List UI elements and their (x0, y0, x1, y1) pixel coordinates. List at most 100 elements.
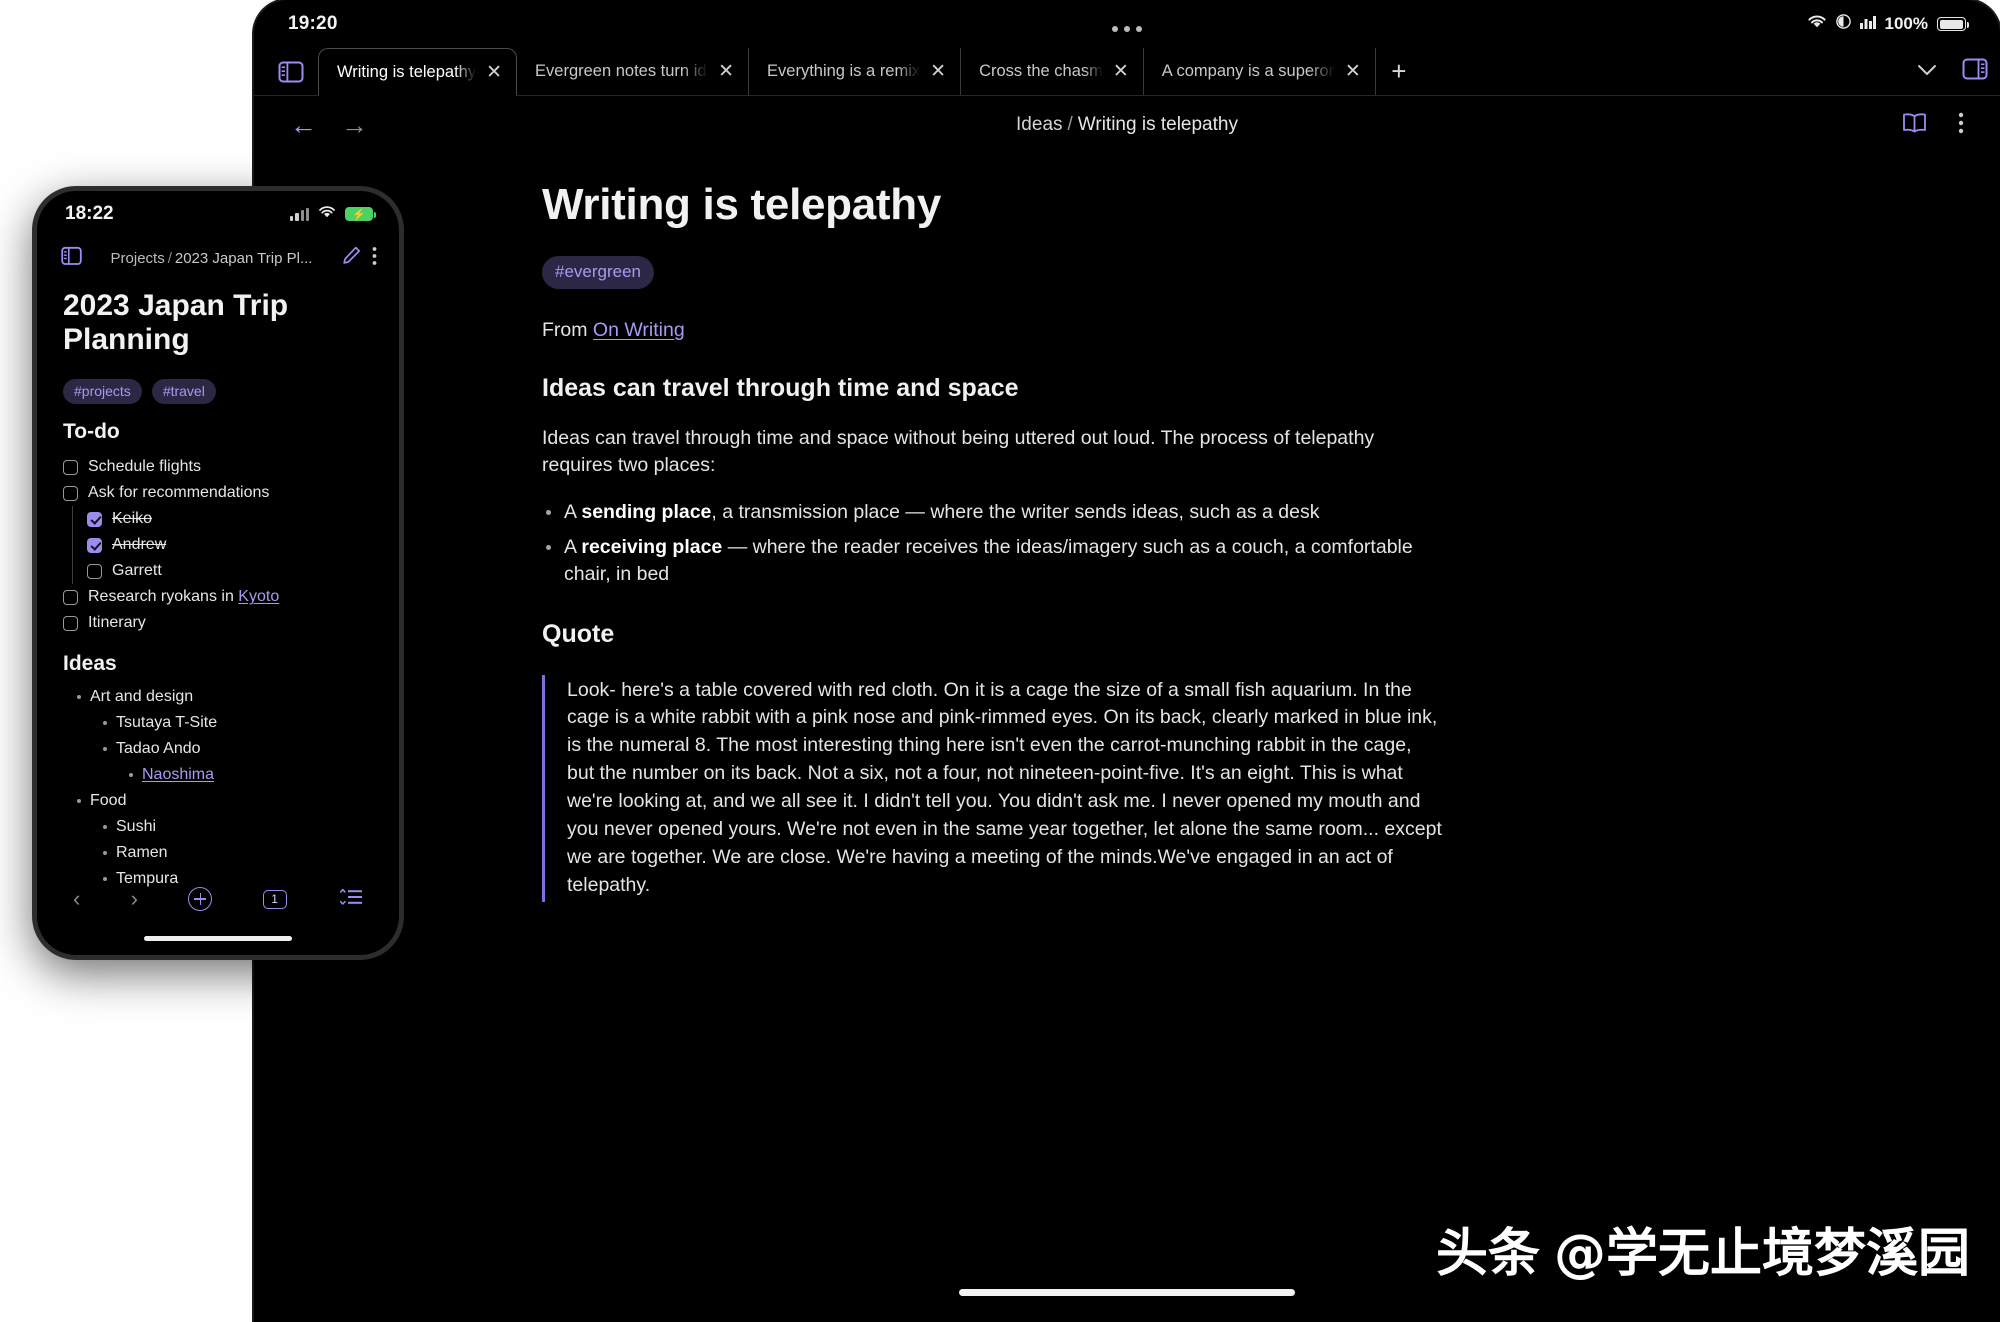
breadcrumb-parent[interactable]: Ideas (1016, 114, 1062, 135)
close-icon[interactable]: ✕ (1113, 62, 1129, 81)
todo-item-itinerary[interactable]: Itinerary (63, 610, 373, 636)
forward-arrow-icon[interactable]: → (341, 111, 368, 139)
phone-device: 18:22 ⚡ Projects/2023 Japan Trip Pl... 2… (32, 186, 404, 960)
phone-bottom-bar: ‹ › 1 (37, 865, 399, 955)
checkbox-icon[interactable] (63, 615, 78, 631)
tab-label: Cross the chasm (979, 62, 1103, 80)
plus-circle-icon[interactable] (188, 887, 213, 911)
phone-status-bar: 18:22 ⚡ (37, 191, 399, 237)
tab-a-company-is-a-superorganism[interactable]: A company is a superorg ✕ (1144, 48, 1376, 95)
todo-item-research-ryokans[interactable]: Research ryokans in Kyoto (63, 584, 373, 610)
from-prefix: From (542, 319, 593, 341)
indent-guide (72, 506, 73, 533)
todo-label: Keiko (112, 510, 153, 528)
todo-item-ask-for-recommendations[interactable]: Ask for recommendations (63, 480, 373, 506)
tablet-clock: 19:20 (288, 13, 338, 34)
pencil-icon[interactable] (341, 245, 362, 271)
phone-heading-ideas: Ideas (63, 652, 117, 676)
bullet-dot-icon (103, 851, 107, 856)
bullet-dot-icon (129, 773, 133, 778)
bullet-bold: sending place (581, 500, 712, 523)
tablet-home-indicator[interactable] (959, 1289, 1295, 1296)
todo-item-andrew[interactable]: Andrew (63, 532, 373, 559)
todo-item-keiko[interactable]: Keiko (63, 506, 373, 533)
signal-bars-icon (290, 207, 309, 221)
right-panel-icon[interactable] (1962, 57, 1988, 86)
checkbox-icon[interactable] (87, 511, 102, 527)
todo-label: Andrew (112, 536, 167, 554)
checkbox-icon[interactable] (87, 537, 102, 553)
close-icon[interactable]: ✕ (486, 63, 502, 82)
navigation-arrows: ← → (290, 111, 368, 139)
new-tab-button[interactable]: + (1376, 48, 1422, 95)
todo-item-schedule-flights[interactable]: Schedule flights (63, 454, 373, 480)
more-vertical-icon[interactable] (372, 246, 377, 271)
breadcrumb[interactable]: Ideas / Writing is telepathy (1016, 114, 1238, 136)
list-item: Tsutaya T-Site (63, 710, 373, 736)
idea-label: Tsutaya T-Site (116, 714, 218, 732)
section-heading-quote: Quote (542, 619, 615, 648)
tab-strip: Writing is telepathy ✕ Evergreen notes t… (254, 48, 2000, 96)
window-handle-dots[interactable] (1112, 26, 1142, 32)
moon-circle-icon (1835, 14, 1851, 34)
chevron-down-icon[interactable] (1916, 61, 1938, 82)
document-toolbar-actions (1901, 111, 1964, 140)
phone-breadcrumb[interactable]: Projects/2023 Japan Trip Pl... (92, 250, 331, 267)
book-icon[interactable] (1901, 111, 1928, 140)
todo-item-garrett[interactable]: Garrett (63, 558, 373, 585)
tab-label: Everything is a remix (767, 62, 921, 80)
list-item: Art and design (63, 684, 373, 710)
naoshima-link[interactable]: Naoshima (142, 766, 214, 784)
list-item: Ramen (63, 840, 373, 866)
forward-arrow-icon[interactable]: › (131, 886, 138, 912)
breadcrumb-parent[interactable]: Projects (111, 250, 165, 267)
charging-bolt-glyph: ⚡ (352, 208, 366, 221)
indent-guide (72, 558, 73, 585)
list-item: A sending place, a transmission place — … (542, 499, 1422, 526)
list-item: Sushi (63, 814, 373, 840)
tag-projects[interactable]: #projects (63, 379, 142, 405)
signal-bars-icon (1859, 14, 1876, 34)
quote-text: Look- here's a table covered with red cl… (567, 678, 1442, 896)
list-item: Food (63, 788, 373, 814)
tab-cross-the-chasm[interactable]: Cross the chasm ✕ (961, 48, 1144, 95)
tag-evergreen[interactable]: #evergreen (542, 256, 655, 289)
breadcrumb-separator: / (167, 249, 172, 267)
close-icon[interactable]: ✕ (718, 62, 734, 81)
close-icon[interactable]: ✕ (1345, 62, 1361, 81)
left-panel-icon[interactable] (264, 48, 318, 95)
left-panel-icon[interactable] (61, 246, 82, 271)
more-vertical-icon[interactable] (1958, 111, 1964, 140)
breadcrumb-current: Writing is telepathy (1077, 114, 1238, 135)
back-arrow-icon[interactable]: ← (290, 111, 317, 139)
note-content: Writing is telepathy #evergreen From On … (254, 160, 2000, 1322)
bullet-dot-icon (103, 747, 107, 752)
tab-writing-is-telepathy[interactable]: Writing is telepathy ✕ (318, 48, 518, 96)
bullet-dot-icon (77, 799, 81, 804)
todo-label: Ask for recommendations (88, 484, 270, 502)
close-icon[interactable]: ✕ (930, 62, 946, 81)
source-line: From On Writing (542, 319, 1908, 342)
todo-label-text: Research ryokans in (88, 588, 239, 606)
kyoto-link[interactable]: Kyoto (238, 588, 279, 605)
phone-home-indicator[interactable] (144, 936, 292, 941)
page-count-badge[interactable]: 1 (262, 889, 287, 909)
tag-travel[interactable]: #travel (151, 379, 216, 405)
back-arrow-icon[interactable]: ‹ (73, 886, 80, 912)
phone-page-title: 2023 Japan Trip Planning (63, 289, 289, 357)
checkbox-icon[interactable] (63, 485, 78, 501)
checkbox-icon[interactable] (63, 589, 78, 605)
tab-everything-is-a-remix[interactable]: Everything is a remix ✕ (749, 48, 962, 95)
checkbox-icon[interactable] (87, 563, 102, 579)
paragraph-ideas-travel: Ideas can travel through time and space … (542, 427, 1375, 476)
document-toolbar: ← → Ideas / Writing is telepathy (254, 96, 2000, 154)
outline-list-icon[interactable] (337, 888, 363, 911)
wifi-icon (1807, 14, 1827, 34)
checkbox-icon[interactable] (63, 459, 78, 475)
phone-clock: 18:22 (65, 203, 114, 224)
tab-evergreen-notes[interactable]: Evergreen notes turn ide ✕ (517, 48, 750, 95)
tablet-status-icons: 100% (1807, 14, 1970, 34)
source-link[interactable]: On Writing (593, 319, 685, 341)
screenshot-stage: 19:20 100% Writing is telepathy ✕ Evergr… (0, 0, 2000, 1322)
tag-row: #evergreen (542, 256, 1908, 289)
